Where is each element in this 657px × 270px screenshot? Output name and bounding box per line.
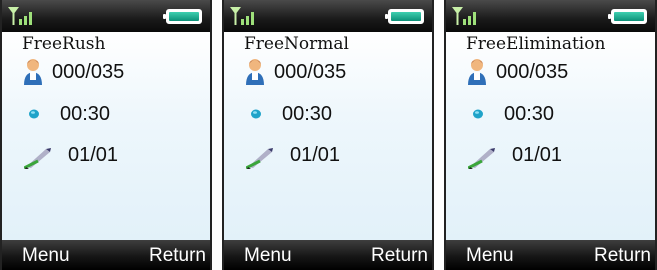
signal-strength-icon xyxy=(8,7,32,25)
players-count: 000/035 xyxy=(52,61,125,83)
status-bar xyxy=(224,0,432,32)
level-row: 01/01 xyxy=(224,141,432,169)
level-value: 01/01 xyxy=(290,144,341,166)
time-value: 00:30 xyxy=(504,103,555,125)
level-value: 01/01 xyxy=(512,144,563,166)
mode-title: FreeRush xyxy=(22,34,106,54)
menu-softkey[interactable]: Menu xyxy=(466,245,514,267)
time-row: 00:30 xyxy=(446,100,655,128)
softkey-bar: Menu Return xyxy=(446,240,655,270)
mode-title: FreeElimination xyxy=(466,34,606,54)
battery-icon xyxy=(385,9,424,24)
player-icon xyxy=(24,59,42,85)
timer-dot-icon xyxy=(251,109,261,119)
timer-dot-icon xyxy=(29,109,39,119)
player-icon xyxy=(468,59,486,85)
mode-title: FreeNormal xyxy=(244,34,349,54)
player-icon xyxy=(246,59,264,85)
signal-strength-icon xyxy=(230,7,254,25)
level-row: 01/01 xyxy=(446,141,655,169)
return-softkey[interactable]: Return xyxy=(371,245,428,267)
time-row: 00:30 xyxy=(2,100,210,128)
menu-softkey[interactable]: Menu xyxy=(22,245,70,267)
softkey-bar: Menu Return xyxy=(2,240,210,270)
time-row: 00:30 xyxy=(224,100,432,128)
time-value: 00:30 xyxy=(282,103,333,125)
softkey-bar: Menu Return xyxy=(224,240,432,270)
time-value: 00:30 xyxy=(60,103,111,125)
players-row: 000/035 xyxy=(224,58,432,86)
battery-icon xyxy=(163,9,202,24)
menu-softkey[interactable]: Menu xyxy=(244,245,292,267)
return-softkey[interactable]: Return xyxy=(149,245,206,267)
status-bar xyxy=(2,0,210,32)
players-count: 000/035 xyxy=(274,61,347,83)
phone-screen-2: FreeNormal 000/035 00:30 01/01 Menu Retu… xyxy=(222,0,434,270)
signal-strength-icon xyxy=(452,7,476,25)
pen-icon xyxy=(246,148,273,169)
players-row: 000/035 xyxy=(446,58,655,86)
level-value: 01/01 xyxy=(68,144,119,166)
phone-screen-1: FreeRush 000/035 00:30 01/01 Menu Return xyxy=(0,0,212,270)
pen-icon xyxy=(24,148,51,169)
return-softkey[interactable]: Return xyxy=(594,245,651,267)
players-row: 000/035 xyxy=(2,58,210,86)
phone-screen-3: FreeElimination 000/035 00:30 01/01 Menu… xyxy=(444,0,657,270)
players-count: 000/035 xyxy=(496,61,569,83)
battery-icon xyxy=(608,9,647,24)
timer-dot-icon xyxy=(473,109,483,119)
pen-icon xyxy=(468,148,495,169)
level-row: 01/01 xyxy=(2,141,210,169)
status-bar xyxy=(446,0,655,32)
